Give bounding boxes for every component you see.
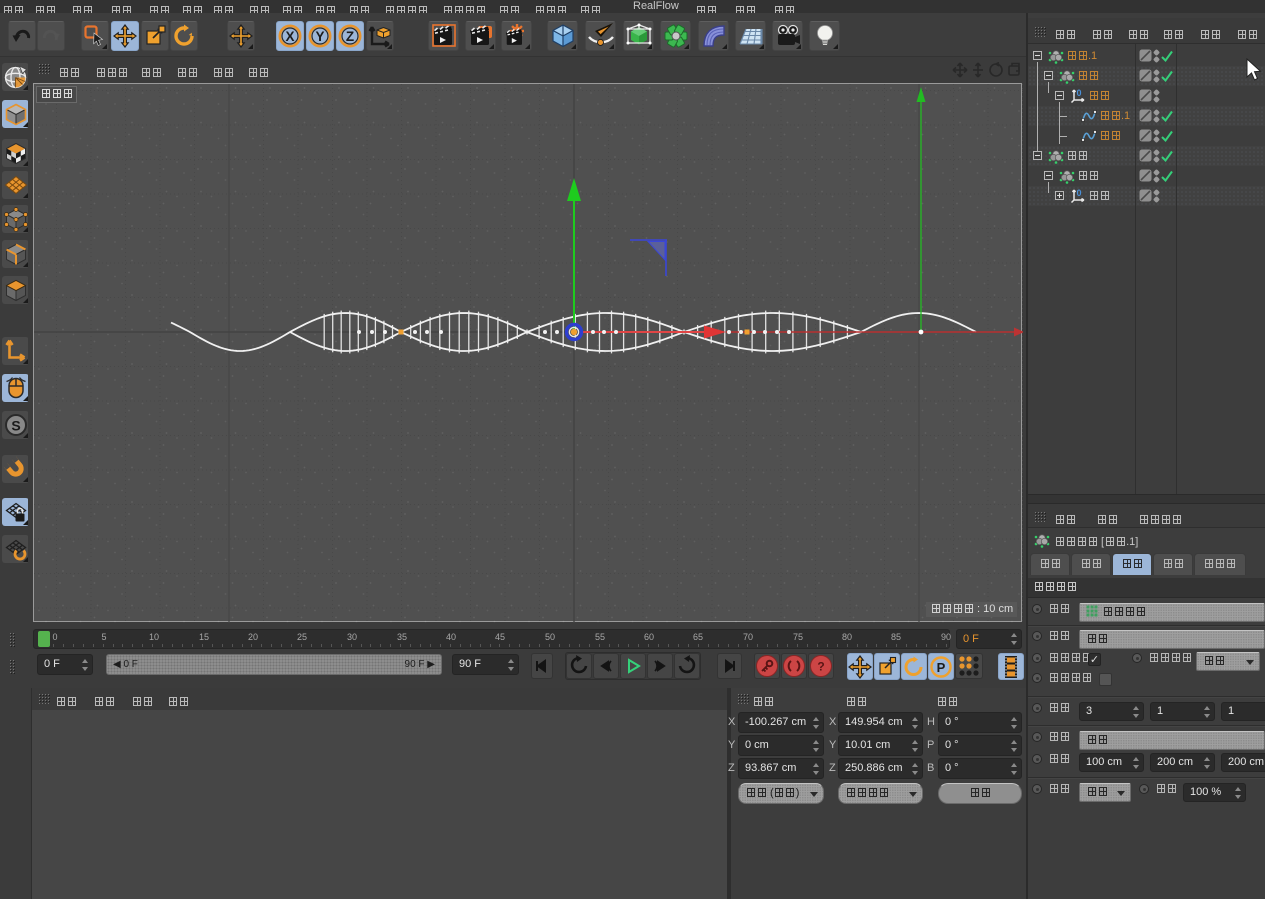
svg-text:P: P [937, 660, 946, 675]
svg-text:0: 0 [1076, 188, 1081, 198]
svg-text:Y: Y [315, 29, 324, 44]
svg-text:X: X [285, 29, 294, 44]
svg-text:0: 0 [1076, 88, 1081, 98]
svg-text:S: S [11, 418, 20, 434]
svg-text:Z: Z [346, 29, 354, 44]
svg-text:?: ? [817, 660, 824, 674]
